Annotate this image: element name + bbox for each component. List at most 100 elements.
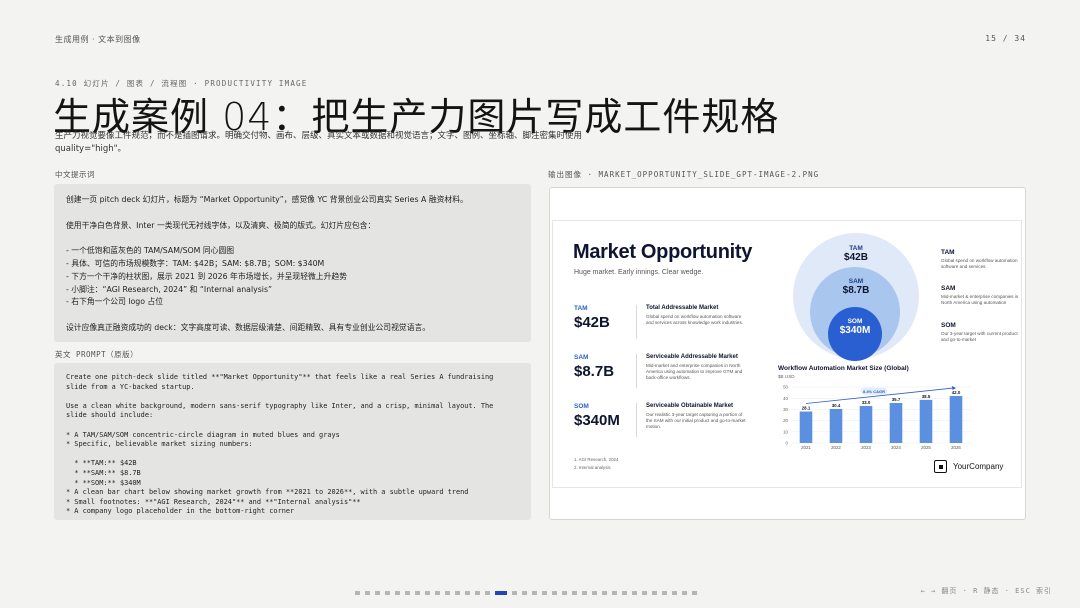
bar-value-label: 38.5 <box>922 394 931 399</box>
footnote: 1. AGI Research, 2024 <box>574 457 619 462</box>
slide-subtitle: Huge market. Early innings. Clear wedge. <box>574 269 704 276</box>
metric-desc: Mid-market and enterprise companies in N… <box>646 363 743 380</box>
bar <box>829 408 843 443</box>
page-subtitle: 生产力视觉要像工件规范，而不是插图请求。明确交付物、画布、层级、真实文本或数据和… <box>55 131 583 154</box>
bar-chart: 0 10 20 30 40 50 28.1 2021 30.4 2022 33.0 2023 35.7 2… <box>783 385 971 450</box>
legend-title: SAM <box>941 285 956 292</box>
pager-dot[interactable] <box>425 591 430 595</box>
metric-divider <box>636 403 637 437</box>
y-tick-label: 20 <box>783 418 788 423</box>
legend-desc: Our 3-year target with current product a… <box>941 331 1018 342</box>
metric-heading: Serviceable Obtainable Market <box>646 403 734 409</box>
logo-text: YourCompany <box>953 462 1004 471</box>
pager-dot[interactable] <box>622 591 627 595</box>
circle-label-value: $42B <box>844 252 868 263</box>
x-tick-label: 2023 <box>861 445 871 450</box>
pager-dot[interactable] <box>612 591 617 595</box>
prompt-line-gap <box>66 232 519 245</box>
keyboard-hint: ← → 翻页 · R 静态 · ESC 索引 <box>920 587 1052 595</box>
metric-som: SOM $340M Serviceable Obtainable Market … <box>574 403 774 443</box>
metric-tam: TAM $42B Total Addressable Market Global… <box>574 305 774 345</box>
pager-dot[interactable] <box>455 591 460 595</box>
slide-title: Market Opportunity <box>573 241 753 263</box>
circle-label-sam: SAM $8.7B <box>831 278 881 296</box>
bar <box>949 395 963 443</box>
prompt-line: - 具体、可信的市场规模数字：TAM: $42B；SAM: $8.7B；SOM:… <box>66 258 325 268</box>
circle-label-name: SOM <box>847 318 863 325</box>
pager-dot[interactable] <box>532 591 537 595</box>
pager-dot[interactable] <box>582 591 587 595</box>
pager-dot[interactable] <box>405 591 410 595</box>
x-tick-label: 2025 <box>921 445 931 450</box>
prompt-line: - 一个低饱和蓝灰色的 TAM/SAM/SOM 同心圆图 <box>66 246 235 256</box>
bar <box>799 411 813 443</box>
pager-dot[interactable] <box>592 591 597 595</box>
bar-value-label: 30.4 <box>832 403 841 408</box>
legend-title: TAM <box>941 249 955 256</box>
slide-pager[interactable] <box>355 591 697 595</box>
x-tick-label: 2021 <box>801 445 811 450</box>
metric-divider <box>636 354 637 388</box>
pager-dot[interactable] <box>632 591 637 595</box>
pager-dot-active[interactable] <box>495 591 507 595</box>
pager-dot[interactable] <box>682 591 687 595</box>
legend-title: SOM <box>941 322 956 329</box>
logo-mark-icon <box>934 460 947 473</box>
pager-dot[interactable] <box>522 591 527 595</box>
pager-dot[interactable] <box>602 591 607 595</box>
pager-dot[interactable] <box>465 591 470 595</box>
pager-dot[interactable] <box>415 591 420 595</box>
pager-dot[interactable] <box>562 591 567 595</box>
bar <box>859 406 873 443</box>
pager-dot[interactable] <box>395 591 400 595</box>
prompt-line: - 小脚注：“AGI Research, 2024” 和 “Internal a… <box>66 284 273 294</box>
pager-dot[interactable] <box>662 591 667 595</box>
circle-label-value: $340M <box>839 325 871 336</box>
pager-dot[interactable] <box>542 591 547 595</box>
pager-dot[interactable] <box>652 591 657 595</box>
pager-dot[interactable] <box>355 591 360 595</box>
metric-label: TAM <box>574 305 588 312</box>
metric-divider <box>636 305 637 339</box>
pager-dot[interactable] <box>692 591 697 595</box>
y-tick-label: 0 <box>786 441 789 446</box>
prompt-cn-box: 创建一页 pitch deck 幻灯片，标题为 “Market Opportun… <box>54 184 531 342</box>
pager-dot[interactable] <box>435 591 440 595</box>
bar-value-label: 42.0 <box>952 390 961 395</box>
pager-dot[interactable] <box>552 591 557 595</box>
cagr-label: 8.4% CAGR <box>863 389 885 394</box>
pager-dot[interactable] <box>375 591 380 595</box>
prompt-line-gap <box>66 207 519 220</box>
chart-title: Workflow Automation Market Size (Global) <box>778 365 909 372</box>
pager-dot[interactable] <box>445 591 450 595</box>
metric-label: SAM <box>574 354 589 361</box>
y-tick-label: 40 <box>783 396 788 401</box>
pager-dot[interactable] <box>572 591 577 595</box>
legend-sam: SAM Mid-market & enterprise companies in… <box>941 285 1021 305</box>
pager-dot[interactable] <box>365 591 370 595</box>
prompt-line-gap <box>66 309 519 322</box>
pager-dot[interactable] <box>672 591 677 595</box>
output-label: 输出图像 · MARKET_OPPORTUNITY_SLIDE_GPT-IMAG… <box>548 170 820 179</box>
prompt-line: - 右下角一个公司 logo 占位 <box>66 297 164 307</box>
pager-dot[interactable] <box>512 591 517 595</box>
prompt-line: 创建一页 pitch deck 幻灯片，标题为 “Market Opportun… <box>66 195 468 204</box>
legend-som: SOM Our 3-year target with current produ… <box>941 322 1021 342</box>
pager-dot[interactable] <box>485 591 490 595</box>
circle-label-tam: TAM $42B <box>831 245 881 263</box>
generated-slide: Market Opportunity Huge market. Early in… <box>552 220 1022 488</box>
circle-label-name: SAM <box>848 278 864 285</box>
metric-desc: Global spend on workflow automation soft… <box>646 314 744 325</box>
pager-dot[interactable] <box>642 591 647 595</box>
bar-value-label: 35.7 <box>892 397 901 402</box>
prompt-cn-label: 中文提示词 <box>55 170 95 179</box>
y-tick-label: 50 <box>783 385 788 390</box>
pager-dot[interactable] <box>475 591 480 595</box>
metric-label: SOM <box>574 403 589 410</box>
metric-value: $8.7B <box>574 363 615 380</box>
pager-dot[interactable] <box>385 591 390 595</box>
page-counter: 15 / 34 <box>985 34 1026 43</box>
footnote: 2. Internal analysis <box>574 465 611 470</box>
metric-heading: Serviceable Addressable Market <box>646 354 738 360</box>
x-tick-label: 2022 <box>831 445 841 450</box>
